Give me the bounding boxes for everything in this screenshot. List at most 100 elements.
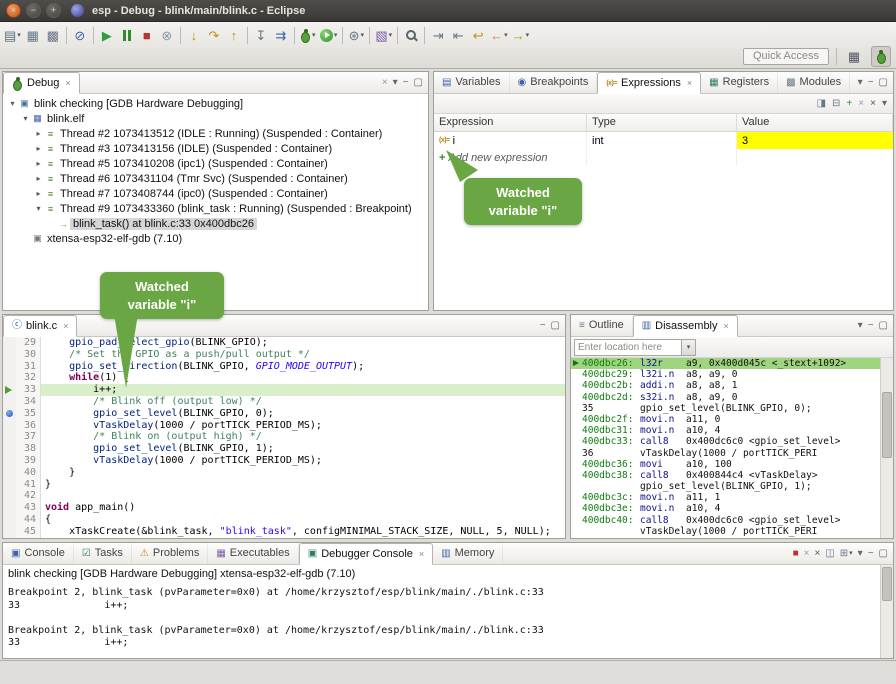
combo-dropdown-icon[interactable]: ▾ [681, 340, 695, 355]
collapse-all-icon[interactable]: ⊟ [832, 99, 840, 109]
tab-expressions[interactable]: (x)=Expressions× [597, 72, 701, 94]
tree-item[interactable]: ▾≡Thread #9 1073433360 (blink_task : Run… [3, 201, 428, 216]
remove-launch-icon[interactable]: × [804, 549, 810, 559]
quick-access-box[interactable]: Quick Access [743, 48, 829, 65]
location-input[interactable] [575, 340, 681, 355]
annotation-ruler-cell[interactable] [3, 443, 16, 455]
new-button[interactable]: ▤▾ [2, 25, 23, 46]
annotation-ruler-cell[interactable] [3, 384, 16, 396]
console-output[interactable]: blink checking [GDB Hardware Debugging] … [3, 565, 893, 658]
tree-item[interactable]: ▸≡Thread #6 1073431104 (Tmr Svc) (Suspen… [3, 171, 428, 186]
tab-tasks[interactable]: ☑Tasks [74, 543, 132, 564]
column-header-type[interactable]: Type [587, 114, 737, 131]
code-text[interactable]: /* Blink on (output high) */ [41, 431, 565, 443]
tab-close-icon[interactable]: × [65, 78, 70, 88]
minimize-icon[interactable]: − [868, 549, 874, 559]
tab-registers[interactable]: ▦Registers [701, 72, 778, 93]
tab-outline[interactable]: ≡Outline [571, 315, 633, 336]
annotation-ruler-cell[interactable] [3, 526, 16, 538]
location-combo[interactable]: ▾ [574, 339, 696, 356]
step-return-button[interactable]: ↑ [224, 25, 244, 46]
remove-all-launches-icon[interactable]: × [814, 549, 820, 559]
minimize-icon[interactable]: − [868, 321, 874, 331]
tree-item[interactable]: ▾▣blink checking [GDB Hardware Debugging… [3, 96, 428, 111]
minimize-icon[interactable]: − [403, 78, 409, 88]
add-expression-icon[interactable]: + [846, 99, 852, 109]
view-menu-icon[interactable]: ▾ [858, 78, 863, 88]
annotation-ruler-cell[interactable] [3, 490, 16, 502]
code-text[interactable]: gpio_set_level(BLINK_GPIO, 0); [41, 408, 565, 420]
view-menu-icon[interactable]: ▾ [858, 321, 863, 331]
suspend-button[interactable] [117, 25, 137, 46]
expander-collapsed-icon[interactable]: ▸ [33, 129, 44, 138]
tree-item[interactable]: ▸≡Thread #7 1073408744 (ipc0) (Suspended… [3, 186, 428, 201]
expander-expanded-icon[interactable]: ▾ [33, 204, 44, 213]
save-button[interactable]: ▦ [23, 25, 43, 46]
tree-item[interactable]: ▸≡Thread #2 1073413512 (IDLE : Running) … [3, 126, 428, 141]
tab-variables[interactable]: ▤Variables [434, 72, 510, 93]
code-text[interactable] [41, 490, 565, 502]
code-text[interactable]: /* Blink off (output low) */ [41, 396, 565, 408]
window-maximize-button[interactable]: + [46, 3, 61, 18]
code-text[interactable]: gpio_set_direction(BLINK_GPIO, GPIO_MODE… [41, 361, 565, 373]
annotation-ruler-cell[interactable] [3, 396, 16, 408]
code-text[interactable]: } [41, 467, 565, 479]
code-text[interactable]: xTaskCreate(&blink_task, "blink_task", c… [41, 526, 565, 538]
save-all-button[interactable]: ▩ [43, 25, 63, 46]
tab-close-icon[interactable]: × [724, 321, 729, 331]
previous-annotation-button[interactable]: ⇤ [448, 25, 468, 46]
drop-to-frame-button[interactable]: ↧ [251, 25, 271, 46]
tab-close-icon[interactable]: × [63, 321, 68, 331]
tree-item[interactable]: →blink_task() at blink.c:33 0x400dbc26 [3, 216, 428, 231]
annotation-ruler-cell[interactable] [3, 467, 16, 479]
back-button[interactable]: ←▾ [488, 25, 510, 46]
code-text[interactable]: void app_main() [41, 502, 565, 514]
tab-blink-c[interactable]: ⓒblink.c× [3, 315, 77, 337]
annotation-ruler-cell[interactable] [3, 361, 16, 373]
annotation-ruler-cell[interactable] [3, 455, 16, 467]
code-text[interactable]: gpio_set_level(BLINK_GPIO, 1); [41, 443, 565, 455]
code-text[interactable]: { [41, 514, 565, 526]
annotation-ruler-cell[interactable] [3, 349, 16, 361]
tab-debugger-console[interactable]: ▣Debugger Console× [299, 543, 433, 565]
console-scrollbar[interactable] [880, 565, 893, 658]
step-into-button[interactable]: ↓ [184, 25, 204, 46]
last-edit-location-button[interactable]: ↩ [468, 25, 488, 46]
external-tools-button[interactable]: ⊛▾ [346, 25, 366, 46]
window-close-button[interactable]: × [6, 3, 21, 18]
remove-all-terminated-icon[interactable]: × [382, 78, 388, 88]
expander-expanded-icon[interactable]: ▾ [20, 114, 31, 123]
remove-expression-icon[interactable]: × [858, 99, 864, 109]
instruction-stepping-button[interactable]: ⇉ [271, 25, 291, 46]
annotation-ruler-cell[interactable] [3, 514, 16, 526]
annotation-ruler-cell[interactable] [3, 408, 16, 420]
view-menu-icon[interactable]: ▾ [393, 78, 398, 88]
view-menu-icon[interactable]: ▾ [882, 99, 887, 109]
expander-collapsed-icon[interactable]: ▸ [33, 159, 44, 168]
forward-button[interactable]: →▾ [510, 25, 532, 46]
show-type-names-icon[interactable]: ◨ [817, 99, 826, 109]
scrollbar-thumb[interactable] [882, 392, 892, 458]
annotation-ruler-cell[interactable] [3, 420, 16, 432]
skip-all-breakpoints-button[interactable]: ⊘ [70, 25, 90, 46]
tab-problems[interactable]: ⚠Problems [132, 543, 208, 564]
debug-perspective-button[interactable] [871, 46, 891, 67]
search-button[interactable] [401, 25, 421, 46]
terminate-console-icon[interactable]: ■ [793, 549, 799, 559]
view-menu-icon[interactable]: ▾ [858, 549, 863, 559]
run-button[interactable]: ▾ [318, 25, 340, 46]
editor-code-area[interactable]: 29 gpio_pad_select_gpio(BLINK_GPIO);30 /… [3, 337, 565, 538]
debug-button[interactable]: ▾ [298, 25, 318, 46]
maximize-icon[interactable]: ▢ [414, 78, 423, 88]
expression-row[interactable]: (x)=iint3 [434, 132, 893, 149]
window-minimize-button[interactable]: − [26, 3, 41, 18]
expander-collapsed-icon[interactable]: ▸ [33, 174, 44, 183]
open-console-icon[interactable]: ⊞▾ [840, 549, 853, 559]
open-perspective-button[interactable]: ▦ [844, 46, 864, 67]
expander-collapsed-icon[interactable]: ▸ [33, 144, 44, 153]
maximize-icon[interactable]: ▢ [551, 321, 560, 331]
annotation-ruler-cell[interactable] [3, 479, 16, 491]
scrollbar-thumb[interactable] [882, 567, 892, 601]
minimize-icon[interactable]: − [540, 321, 546, 331]
tab-debug[interactable]: Debug× [3, 72, 80, 94]
